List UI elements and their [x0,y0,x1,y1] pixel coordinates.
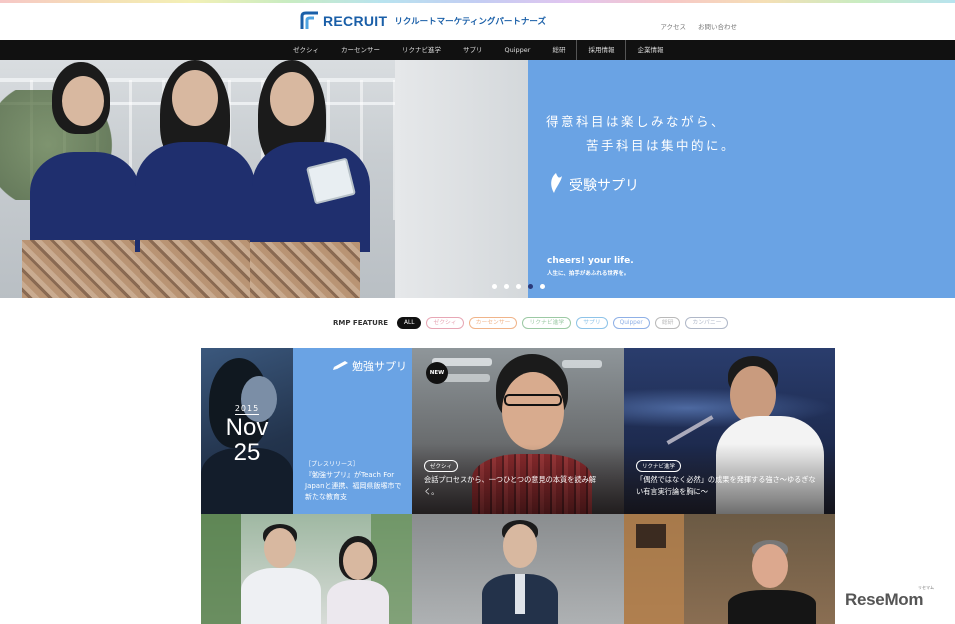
nav-item-sapuri[interactable]: サプリ [452,40,494,60]
hero-tagline: cheers! your life. [547,256,634,266]
news-brand-name: 勉強サプリ [352,360,407,373]
filter-chip-zexy[interactable]: ゼクシィ [426,317,464,329]
contact-link[interactable]: お問い合わせ [698,21,737,31]
tile-title: 「偶然ではなく必然」の成果を発揮する強さ～ゆるぎない有言実行論を胸に～ [636,475,816,496]
news-brand: 勉強サプリ [333,358,407,374]
watermark-sub: リセマム [918,585,934,590]
zexy-feature-tile[interactable]: NEW ゼクシィ 会話プロセスから、一つひとつの意見の本質を読み解く。 [412,348,624,514]
hero-banner[interactable]: 得意科目は楽しみながら、 苦手科目は集中的に。 受験サプリ cheers! yo… [0,60,955,298]
feature-grid: 2015 Nov 25 勉強サプリ ［プレスリリース］ 『勉強サプリ』がTeac… [201,348,835,624]
glasses-icon [504,394,562,406]
site-logo[interactable]: RECRUIT リクルートマーケティングパートナーズ [300,11,546,31]
news-tile[interactable]: 2015 Nov 25 勉強サプリ ［プレスリリース］ 『勉強サプリ』がTeac… [201,348,412,514]
filter-chip-company[interactable]: カンパニー [685,317,729,329]
filter-chip-carsensor[interactable]: カーセンサー [468,317,518,329]
news-kind: ［プレスリリース］ [305,461,359,468]
carousel-dot[interactable] [540,284,545,289]
nav-item-soken[interactable]: 総研 [541,40,576,60]
hero-photo [0,60,528,298]
recruit-logo-icon [300,11,322,31]
filter-chip-sapuri[interactable]: サプリ [576,317,608,329]
global-nav: ゼクシィ カーセンサー リクナビ進学 サプリ Quipper 総研 採用情報 企… [0,40,955,60]
news-date: 2015 Nov 25 [219,396,275,465]
news-day: 25 [233,439,261,466]
feature-tile[interactable] [412,514,624,624]
filter-chip-rikunabi[interactable]: リクナビ進学 [522,317,572,329]
feature-tile[interactable] [624,514,835,624]
utility-links: アクセス お問い合わせ [660,21,737,31]
carousel-dots [492,284,545,289]
feather-icon [548,172,564,198]
tile-category: ゼクシィ [424,460,459,472]
nav-item-company[interactable]: 企業情報 [625,40,674,60]
carousel-dot[interactable] [528,284,533,289]
hero-brand-name: 受験サプリ [569,178,639,194]
tile-title: 会話プロセスから、一つひとつの意見の本質を読み解く。 [424,475,596,496]
pen-icon [333,360,349,373]
feature-filter: RMP FEATURE ALL ゼクシィ カーセンサー リクナビ進学 サプリ Q… [333,317,729,329]
access-link[interactable]: アクセス [660,21,686,31]
watermark-logo: ReseMom [845,590,924,609]
rikunabi-feature-tile[interactable]: リクナビ進学 「偶然ではなく必然」の成果を発揮する強さ～ゆるぎない有言実行論を胸… [624,348,835,514]
carousel-dot[interactable] [492,284,497,289]
nav-item-zexy[interactable]: ゼクシィ [282,40,330,60]
nav-item-recruit[interactable]: 採用情報 [576,40,625,60]
feature-tile[interactable] [201,514,412,624]
hero-copy: 得意科目は楽しみながら、 苦手科目は集中的に。 [546,110,736,158]
filter-chip-all[interactable]: ALL [397,317,422,329]
hero-tagline-sub: 人生に、拍手があふれる世界を。 [547,271,630,277]
news-month: Nov [225,414,269,441]
hero-brand: 受験サプリ [548,172,639,198]
filter-label: RMP FEATURE [333,319,388,327]
nav-item-carsensor[interactable]: カーセンサー [330,40,391,60]
nav-item-rikunabi-shingaku[interactable]: リクナビ進学 [391,40,452,60]
carousel-dot[interactable] [504,284,509,289]
hero-copy-line2: 苦手科目は集中的に。 [586,138,737,153]
site-header: RECRUIT リクルートマーケティングパートナーズ アクセス お問い合わせ [0,3,955,40]
nav-item-quipper[interactable]: Quipper [494,40,542,60]
logo-subtitle: リクルートマーケティングパートナーズ [394,17,546,27]
new-badge: NEW [426,362,448,384]
hero-copy-line1: 得意科目は楽しみながら、 [546,114,727,129]
filter-chip-soken[interactable]: 総研 [654,317,681,329]
carousel-dot[interactable] [516,284,521,289]
news-text: 『勉強サプリ』がTeach For Japanと連携、福岡県飯塚市で新たな教育支 [305,471,402,501]
filter-chip-quipper[interactable]: Quipper [612,317,650,329]
tile-category: リクナビ進学 [636,460,682,472]
logo-word: RECRUIT [323,13,388,29]
